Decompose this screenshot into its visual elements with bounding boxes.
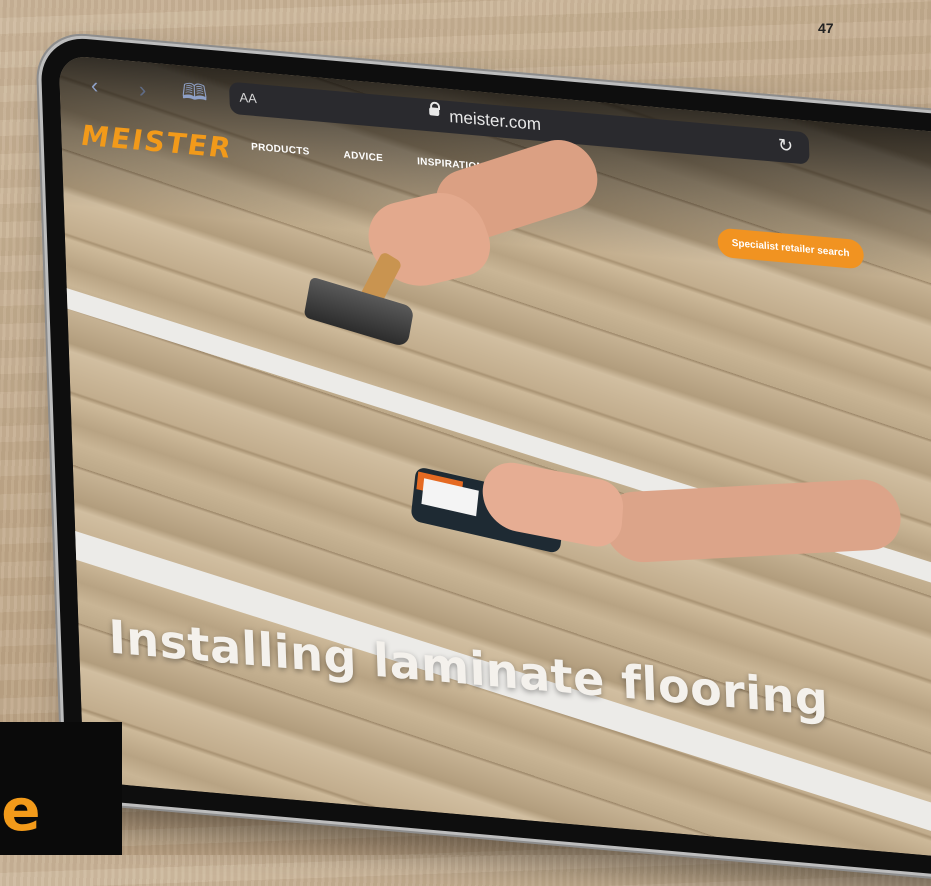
text-size-button[interactable]: AA — [239, 90, 257, 107]
page-number: 47 — [818, 20, 834, 36]
hammer-head-image — [303, 276, 415, 348]
forward-arrow-icon[interactable]: › — [129, 76, 156, 104]
url-text[interactable]: meister.com — [449, 107, 541, 135]
corner-panel: ne — [0, 722, 122, 855]
corner-heading-fragment: ne — [0, 776, 41, 844]
tablet-device: ‹ › 🕮 AA meister.com ↻ MEISTER PRODUCTS … — [40, 35, 931, 886]
reload-icon[interactable]: ↻ — [778, 135, 794, 157]
lock-icon — [429, 107, 440, 117]
back-arrow-icon[interactable]: ‹ — [81, 72, 108, 100]
hero-headline: Installing laminate flooring — [107, 609, 830, 727]
bookmarks-icon[interactable]: 🕮 — [181, 74, 208, 114]
tablet-screen: ‹ › 🕮 AA meister.com ↻ MEISTER PRODUCTS … — [58, 54, 931, 866]
